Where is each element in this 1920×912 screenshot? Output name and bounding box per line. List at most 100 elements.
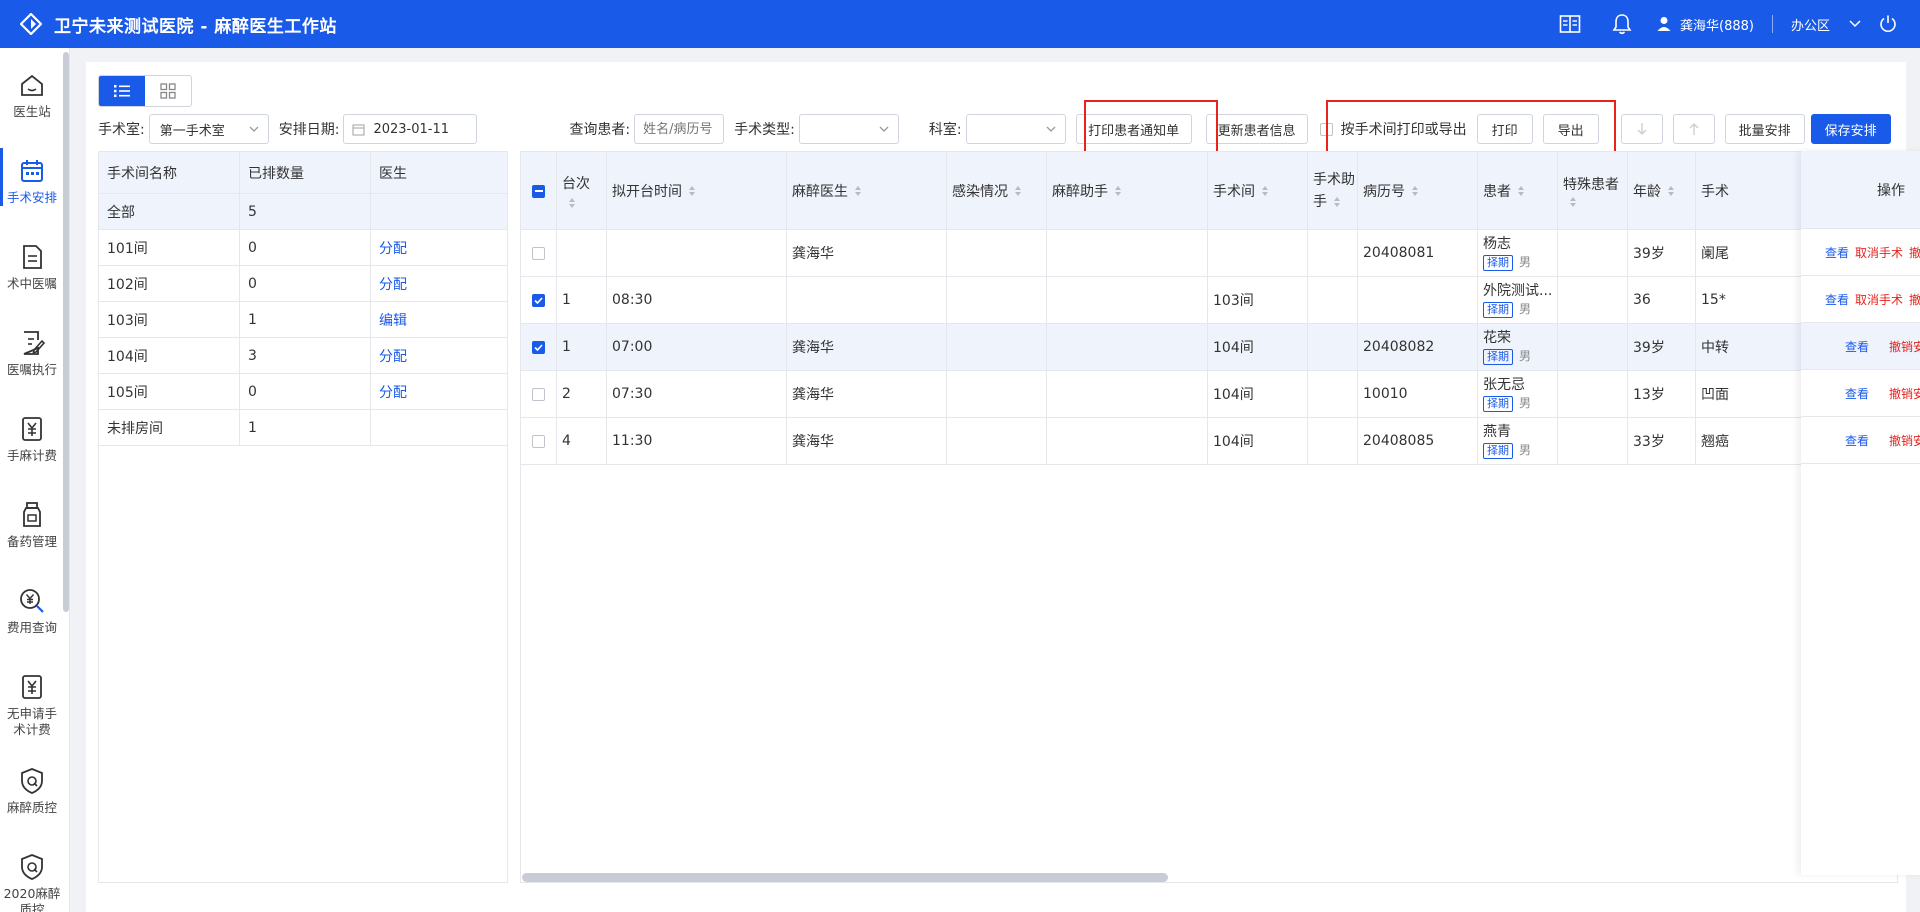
- cancel-surgery-link[interactable]: 取消手术: [1855, 291, 1903, 308]
- sidebar-item-no-request-billing[interactable]: 无申请手术计费: [0, 672, 64, 738]
- save-schedule-button[interactable]: 保存安排: [1810, 114, 1891, 144]
- table-row[interactable]: 4 11:30 龚海华 104间 20408085 燕青 择期男 33岁 翘癌: [521, 418, 1897, 465]
- column-header-infection[interactable]: 感染情况: [947, 152, 1047, 230]
- sidebar-item-medicine[interactable]: 备药管理: [0, 500, 64, 550]
- user-menu[interactable]: 龚海华(888): [1656, 15, 1754, 34]
- column-header-doctor[interactable]: 麻醉医生: [787, 152, 947, 230]
- view-link[interactable]: 查看: [1825, 244, 1849, 261]
- sidebar-item-surgery-schedule[interactable]: 手术安排: [0, 148, 64, 206]
- sidebar-item-fee-query[interactable]: 费用查询: [0, 586, 64, 636]
- cancel-surgery-link[interactable]: 取消手术: [1855, 244, 1903, 261]
- update-patient-info-button[interactable]: 更新患者信息: [1205, 114, 1308, 144]
- home-icon: [21, 74, 43, 96]
- sidebar-item-label: 术中医嘱: [6, 276, 57, 291]
- sidebar-item-doctor-station[interactable]: 医生站: [0, 70, 64, 120]
- revoke-schedule-link[interactable]: 撤销安排: [1889, 385, 1920, 402]
- row-checkbox[interactable]: [532, 340, 545, 354]
- assistant-cell: [1047, 277, 1208, 323]
- bell-icon[interactable]: [1610, 12, 1634, 36]
- book-icon[interactable]: [1558, 12, 1582, 36]
- department-select[interactable]: [965, 114, 1066, 144]
- sort-icon: [1668, 186, 1674, 196]
- room-cell: 104间: [1208, 324, 1308, 370]
- power-icon[interactable]: [1876, 12, 1900, 36]
- room-row[interactable]: 全部 5: [99, 194, 507, 230]
- ops-row: 查看 取消手术 撤销安排: [1801, 229, 1920, 276]
- view-link[interactable]: 查看: [1845, 432, 1869, 449]
- column-header-surgery[interactable]: 手术: [1696, 152, 1816, 230]
- record-cell: 20408085: [1358, 418, 1478, 464]
- list-view-button[interactable]: [99, 76, 145, 106]
- column-header-label: 感染情况: [952, 184, 1008, 200]
- room-row[interactable]: 未排房间 1: [99, 410, 507, 446]
- column-header-patient[interactable]: 患者: [1478, 152, 1558, 230]
- column-header-time[interactable]: 拟开台时间: [607, 152, 787, 230]
- move-up-button[interactable]: [1672, 114, 1715, 144]
- sort-icon: [855, 186, 861, 196]
- patient-search-input[interactable]: [634, 114, 725, 144]
- order-cell: [557, 230, 607, 276]
- assign-link[interactable]: 分配: [379, 346, 407, 366]
- column-header-record[interactable]: 病历号: [1358, 152, 1478, 230]
- row-checkbox[interactable]: [532, 293, 545, 307]
- room-row[interactable]: 103间 1 编辑: [99, 302, 507, 338]
- revoke-schedule-link[interactable]: 撤销安排: [1889, 338, 1920, 355]
- sidebar-item-billing[interactable]: 手麻计费: [0, 414, 64, 464]
- edit-link[interactable]: 编辑: [379, 310, 407, 330]
- assign-link[interactable]: 分配: [379, 238, 407, 258]
- room-row[interactable]: 101间 0 分配: [99, 230, 507, 266]
- row-checkbox[interactable]: [532, 246, 545, 260]
- sidebar-item-2020-qc[interactable]: 2020麻醉质控: [0, 852, 64, 912]
- doctor-cell: [787, 277, 947, 323]
- column-header-order[interactable]: 台次: [557, 152, 607, 230]
- medicine-bottle-icon: [23, 502, 41, 527]
- column-header-assistant[interactable]: 麻醉助手: [1047, 152, 1208, 230]
- row-checkbox[interactable]: [532, 387, 545, 401]
- view-toggle: [98, 75, 192, 107]
- room-row[interactable]: 105间 0 分配: [99, 374, 507, 410]
- sidebar-item-order-exec[interactable]: 医嘱执行: [0, 328, 64, 378]
- grid-view-button[interactable]: [145, 76, 191, 106]
- table-row[interactable]: 1 08:30 103间 外院测试... 择期男 36 15*: [521, 277, 1897, 324]
- room-row[interactable]: 104间 3 分配: [99, 338, 507, 374]
- table-row[interactable]: 2 07:30 龚海华 104间 10010 张无忌 择期男 13岁 凹面: [521, 371, 1897, 418]
- select-all-checkbox[interactable]: [532, 184, 545, 198]
- revoke-schedule-link[interactable]: 撤销安排: [1909, 291, 1920, 308]
- view-link[interactable]: 查看: [1845, 385, 1869, 402]
- revoke-schedule-link[interactable]: 撤销安排: [1889, 432, 1920, 449]
- column-header-room[interactable]: 手术间: [1208, 152, 1308, 230]
- surgery-type-select[interactable]: [798, 114, 899, 144]
- document-icon: [23, 245, 42, 269]
- column-header-special[interactable]: 特殊患者: [1558, 152, 1628, 230]
- view-link[interactable]: 查看: [1825, 291, 1849, 308]
- table-row[interactable]: 龚海华 20408081 杨志 择期男 39岁 阑尾: [521, 230, 1897, 277]
- sidebar-item-label: 医生站: [13, 104, 51, 119]
- view-link[interactable]: 查看: [1845, 338, 1869, 355]
- assistant-cell: [1047, 324, 1208, 370]
- assign-link[interactable]: 分配: [379, 274, 407, 294]
- move-down-button[interactable]: [1620, 114, 1663, 144]
- room-name: 全部: [99, 194, 240, 229]
- date-label: 安排日期:: [278, 122, 340, 138]
- grid-icon: [160, 83, 176, 99]
- office-selector[interactable]: 办公区: [1791, 15, 1862, 34]
- sidebar-item-anesthesia-qc[interactable]: 麻醉质控: [0, 766, 64, 816]
- sidebar-item-label: 麻醉质控: [6, 800, 57, 815]
- revoke-schedule-link[interactable]: 撤销安排: [1909, 244, 1920, 261]
- batch-schedule-button[interactable]: 批量安排: [1724, 114, 1805, 144]
- horizontal-scrollbar[interactable]: [522, 873, 1168, 882]
- assign-link[interactable]: 分配: [379, 382, 407, 402]
- highlight-box: [1084, 100, 1218, 154]
- room-select[interactable]: 第一手术室: [148, 114, 269, 144]
- table-row[interactable]: 1 07:00 龚海华 104间 20408082 花荣 择期男 39岁 中转: [521, 324, 1897, 371]
- room-action: [371, 410, 507, 445]
- row-checkbox[interactable]: [532, 434, 545, 448]
- date-picker[interactable]: 2023-01-11: [343, 114, 478, 144]
- record-cell: [1358, 277, 1478, 323]
- doctor-cell: 龚海华: [787, 418, 947, 464]
- column-header-age[interactable]: 年龄: [1628, 152, 1696, 230]
- room-row[interactable]: 102间 0 分配: [99, 266, 507, 302]
- sidebar-item-intraop-orders[interactable]: 术中医嘱: [0, 242, 64, 292]
- column-header-surgical-assistant[interactable]: 手术助 手: [1308, 152, 1358, 230]
- user-icon: [1657, 17, 1671, 31]
